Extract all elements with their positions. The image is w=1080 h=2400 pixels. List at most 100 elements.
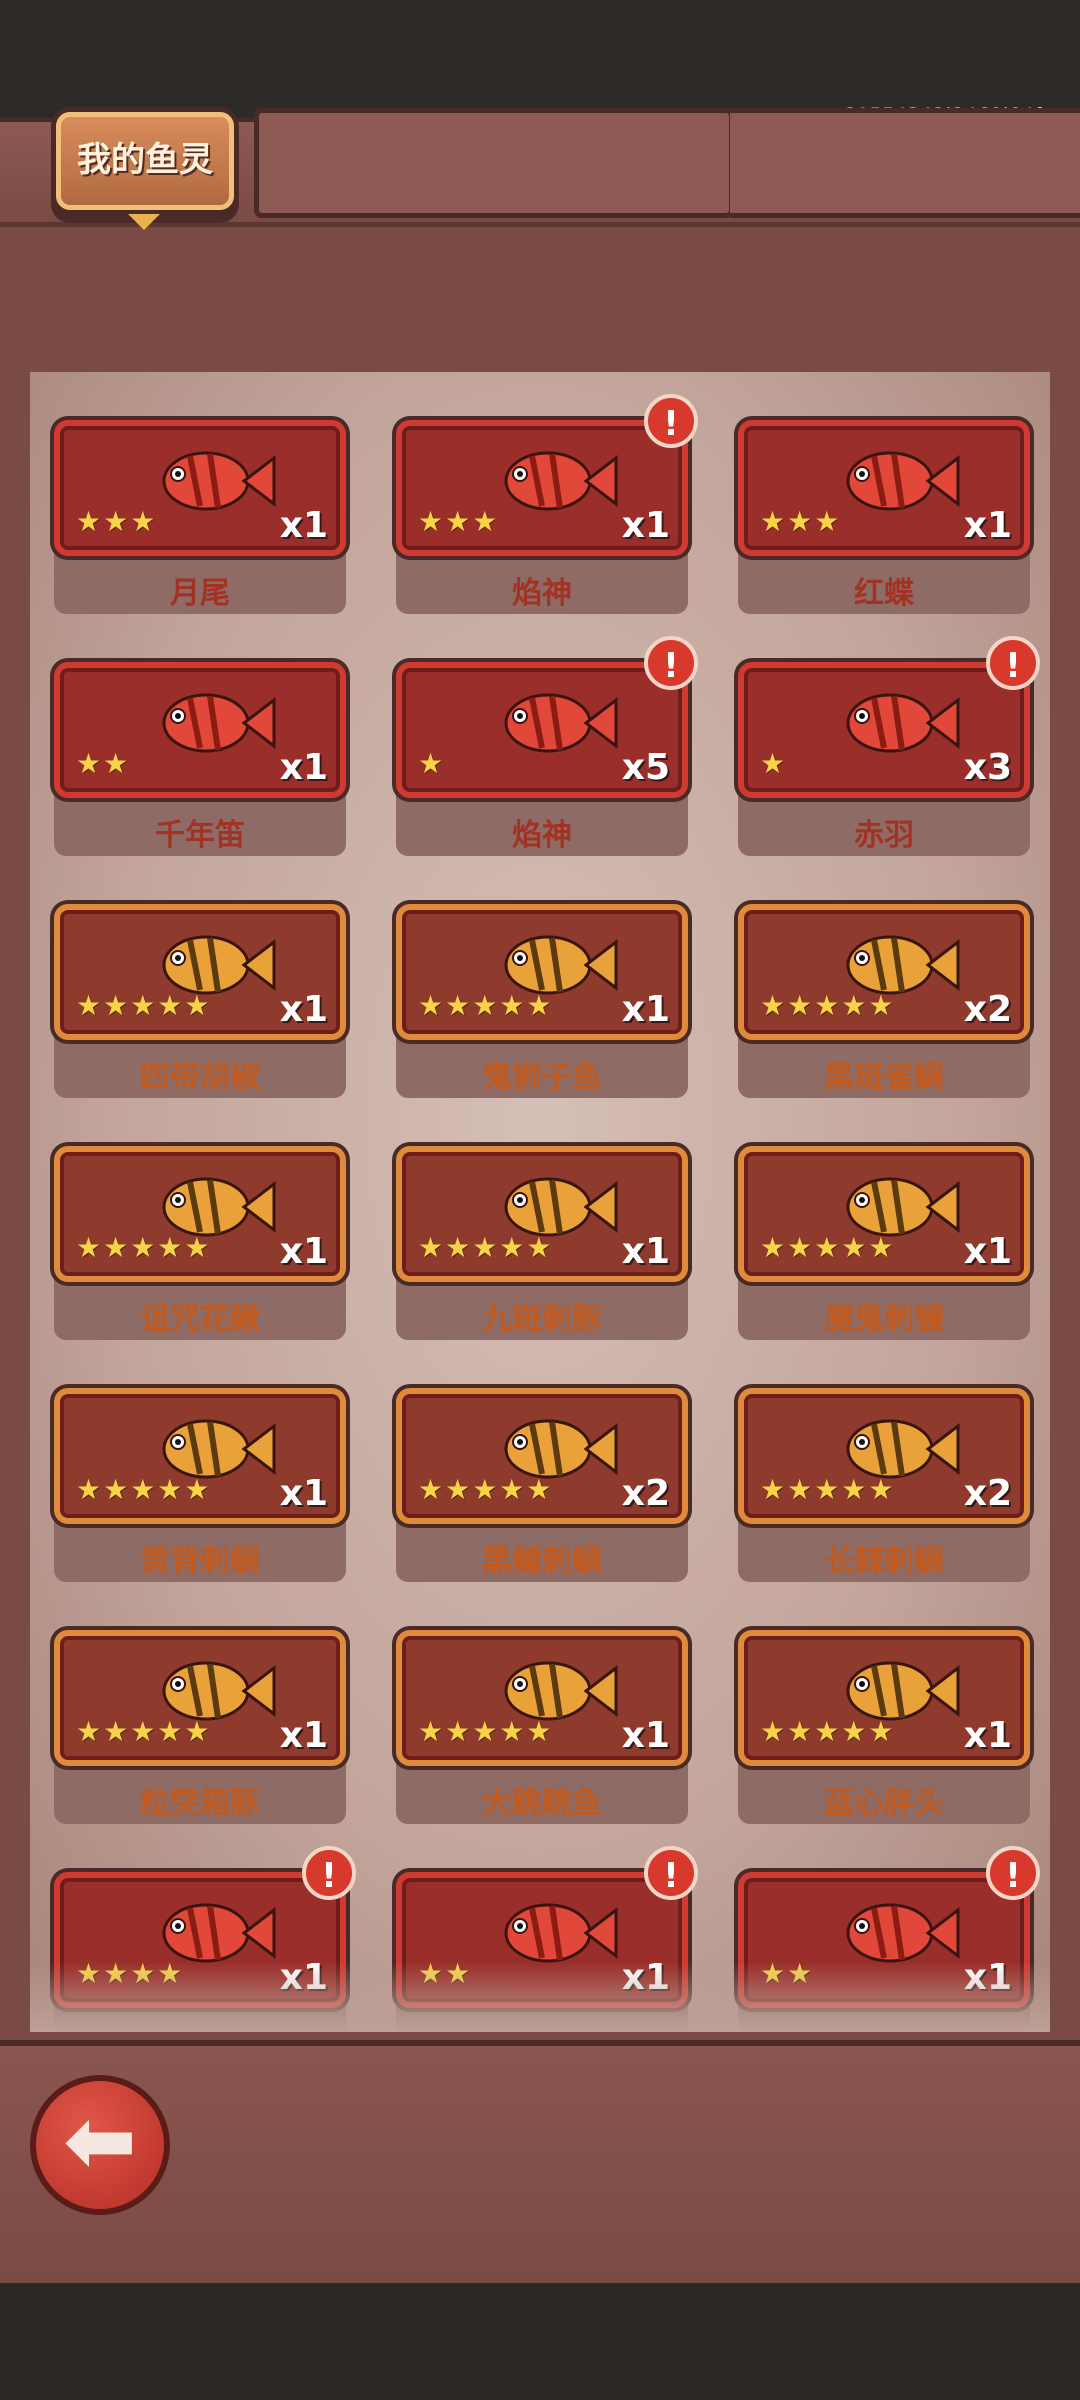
fish-card-frame: ★★★★★ x1 (738, 1146, 1030, 1282)
star-rating: ★★★★★ (418, 1231, 554, 1264)
star-rating: ★ (418, 747, 446, 780)
star-rating: ★★★★★ (76, 1231, 212, 1264)
star-rating: ★★ (76, 747, 131, 780)
fish-name: 鬼狮子鱼 (482, 1060, 602, 1095)
fish-name: 月尾 (170, 576, 230, 611)
scroll-fade (30, 1962, 1050, 2032)
fish-card-frame: ★★★★★ x1 (396, 904, 688, 1040)
fish-name: 魔鬼刺镰 (824, 1302, 944, 1337)
fish-count: x1 (621, 505, 670, 546)
star-rating: ★★★★★ (76, 1715, 212, 1748)
fish-card[interactable]: ★ x5 焰神! (396, 636, 698, 856)
fish-count: x1 (621, 1715, 670, 1756)
fish-card-frame: ★★★ x1 (54, 420, 346, 556)
fish-name: 粒突箱豚 (140, 1786, 260, 1821)
star-rating: ★★★★★ (418, 1473, 554, 1506)
red-needlefish-icon (824, 678, 964, 768)
fish-card[interactable]: ★★★★★ x1 鬼狮子鱼 (396, 904, 688, 1098)
fish-count: x1 (279, 747, 328, 788)
fish-card[interactable]: ★★★★★ x1 四带胡椒 (54, 904, 346, 1098)
fish-name: 焰神 (512, 576, 572, 611)
red-lionfish-icon (140, 436, 280, 526)
red-snapper-icon (140, 678, 280, 768)
fish-count: x1 (279, 1473, 328, 1514)
alert-badge-icon: ! (302, 1846, 356, 1900)
fish-count: x1 (963, 505, 1012, 546)
fish-card-frame: ★★★★★ x2 (396, 1388, 688, 1524)
fish-card[interactable]: ★★★★★ x1 大跳跳鱼 (396, 1630, 688, 1824)
fish-card[interactable]: ★★★★★ x2 黑鳍刺鲷 (396, 1388, 688, 1582)
system-nav-bar (0, 2283, 1080, 2400)
alert-badge-icon: ! (986, 1846, 1040, 1900)
fish-card-frame: ★★★★★ x1 (54, 1630, 346, 1766)
alert-badge-icon: ! (644, 394, 698, 448)
fish-name: 诅咒花鳅 (140, 1302, 260, 1337)
star-rating: ★ (760, 747, 788, 780)
alert-badge-icon: ! (644, 1846, 698, 1900)
fish-count: x2 (621, 1473, 670, 1514)
fish-name: 蓝心胖头 (824, 1786, 944, 1821)
alert-badge-icon: ! (986, 636, 1040, 690)
fish-count: x1 (621, 1231, 670, 1272)
fish-name: 黑斑雀鲷 (824, 1060, 944, 1095)
star-rating: ★★★★★ (418, 989, 554, 1022)
fish-count: x5 (621, 747, 670, 788)
fish-card[interactable]: ★★★★★ x2 黑斑雀鲷 (738, 904, 1030, 1098)
fish-name: 焰神 (512, 818, 572, 853)
tab-empty-slot-2 (730, 108, 1080, 218)
orange-discus-icon (482, 436, 622, 526)
star-rating: ★★★ (760, 505, 842, 538)
fish-card-frame: ★ x3 (738, 662, 1030, 798)
fish-card[interactable]: ★★★★★ x1 魔鬼刺镰 (738, 1146, 1030, 1340)
fish-card[interactable]: ★★★ x1 月尾 (54, 420, 346, 614)
fish-count: x3 (963, 747, 1012, 788)
fish-count: x1 (963, 1715, 1012, 1756)
fish-card[interactable]: ★★★ x1 焰神! (396, 394, 698, 614)
fish-card-frame: ★ x5 (396, 662, 688, 798)
fish-count: x1 (279, 1715, 328, 1756)
star-rating: ★★★ (76, 505, 158, 538)
fish-card[interactable]: ★★★ x1 红蝶 (738, 420, 1030, 614)
fish-name: 四带胡椒 (140, 1060, 260, 1095)
fish-card-frame: ★★★ x1 (738, 420, 1030, 556)
fish-collection-panel[interactable]: ★★★ x1 月尾 ★★★ x1 焰神! ★★★ x1 红蝶 ★★ x1 千年笛 ★ x5 焰神! ★ x3 赤羽… (30, 372, 1050, 2032)
fish-card-frame: ★★★★★ x1 (54, 904, 346, 1040)
fish-count: x1 (279, 505, 328, 546)
fish-card[interactable]: ★★★★★ x2 长棘刺鲷 (738, 1388, 1030, 1582)
fish-card[interactable]: ★★★★★ x1 诅咒花鳅 (54, 1146, 346, 1340)
fish-count: x2 (963, 989, 1012, 1030)
star-rating: ★★★ (418, 505, 500, 538)
fish-card-frame: ★★★★★ x2 (738, 1388, 1030, 1524)
tab-my-fish[interactable]: 我的鱼灵 (56, 112, 234, 210)
fish-name: 黄背刺鲷 (140, 1544, 260, 1579)
tab-empty-slot[interactable] (254, 108, 734, 218)
fish-card-frame: ★★★★★ x1 (738, 1630, 1030, 1766)
star-rating: ★★★★★ (418, 1715, 554, 1748)
back-arrow-icon: ⬅ (63, 2089, 137, 2192)
fish-card[interactable]: ★ x3 赤羽! (738, 636, 1040, 856)
fish-card[interactable]: ★★★★★ x1 粒突箱豚 (54, 1630, 346, 1824)
fish-count: x1 (279, 989, 328, 1030)
status-bar (0, 0, 1080, 118)
fish-card[interactable]: ★★★★★ x1 九斑刺豚 (396, 1146, 688, 1340)
fish-card[interactable]: ★★ x1 千年笛 (54, 662, 346, 856)
fish-name: 长棘刺鲷 (824, 1544, 944, 1579)
fish-count: x1 (621, 989, 670, 1030)
fish-card[interactable]: ★★★★★ x1 蓝心胖头 (738, 1630, 1030, 1824)
fish-count: x1 (279, 1231, 328, 1272)
fish-card[interactable]: ★★★★★ x1 黄背刺鲷 (54, 1388, 346, 1582)
fish-name: 红蝶 (854, 576, 914, 611)
butterflyfish-icon (824, 436, 964, 526)
fish-name: 赤羽 (854, 818, 914, 853)
fish-card-frame: ★★★★★ x1 (396, 1630, 688, 1766)
back-button[interactable]: ⬅ (30, 2075, 170, 2215)
fish-count: x2 (963, 1473, 1012, 1514)
star-rating: ★★★★★ (76, 989, 212, 1022)
fish-name: 九斑刺豚 (482, 1302, 602, 1337)
star-rating: ★★★★★ (760, 1473, 896, 1506)
fish-card-frame: ★★★★★ x2 (738, 904, 1030, 1040)
fish-name: 黑鳍刺鲷 (482, 1544, 602, 1579)
alert-badge-icon: ! (644, 636, 698, 690)
star-rating: ★★★★★ (76, 1473, 212, 1506)
fish-card-frame: ★★★★★ x1 (396, 1146, 688, 1282)
